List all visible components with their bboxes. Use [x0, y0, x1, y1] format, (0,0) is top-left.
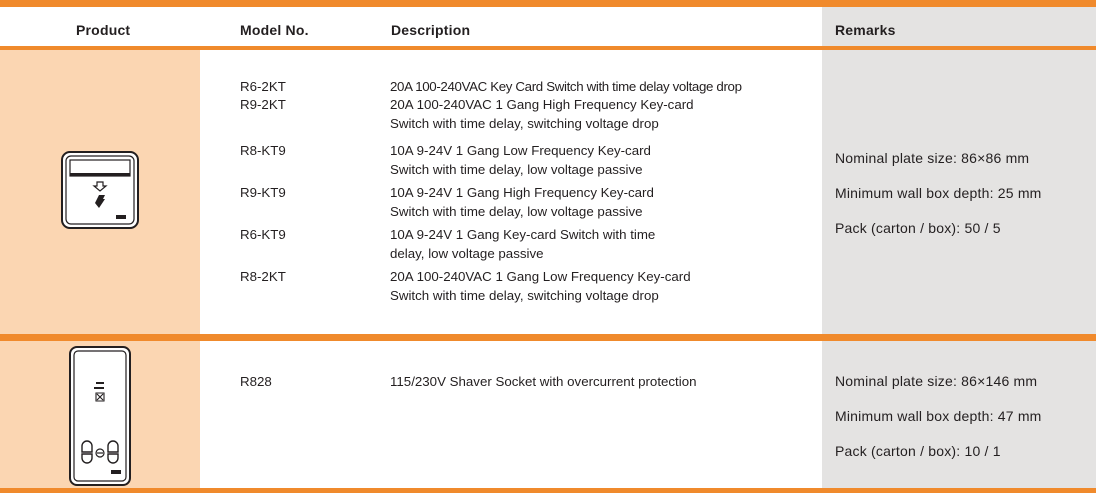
description-line: 10A 9-24V 1 Gang High Frequency Key-card — [390, 185, 654, 200]
description-line: 10A 9-24V 1 Gang Key-card Switch with ti… — [390, 227, 656, 242]
remark-plate-size: Nominal plate size: 86×86 mm — [835, 150, 1030, 166]
top-border — [0, 0, 1096, 7]
description-line: Switch with time delay, low voltage pass… — [390, 162, 643, 177]
model-number: R8-KT9 — [240, 143, 286, 158]
description-line: 20A 100-240VAC 1 Gang Low Frequency Key-… — [390, 269, 691, 284]
description-line: delay, low voltage passive — [390, 246, 544, 261]
model-number: R9-2KT — [240, 97, 286, 112]
header-model-no: Model No. — [240, 22, 309, 38]
remark-box-depth: Minimum wall box depth: 25 mm — [835, 185, 1042, 201]
remark-pack: Pack (carton / box): 50 / 5 — [835, 220, 1001, 236]
model-number: R6-KT9 — [240, 227, 286, 242]
bottom-border — [0, 488, 1096, 493]
description-line: 20A 100-240VAC 1 Gang High Frequency Key… — [390, 97, 694, 112]
description-line: Switch with time delay, switching voltag… — [390, 116, 659, 131]
remark-plate-size: Nominal plate size: 86×146 mm — [835, 373, 1038, 389]
model-number: R6-2KT — [240, 79, 286, 94]
header-product: Product — [76, 22, 131, 38]
shaver-socket-icon — [69, 346, 131, 491]
key-card-switch-icon — [61, 151, 139, 234]
header-description: Description — [391, 22, 471, 38]
description-line: 115/230V Shaver Socket with overcurrent … — [390, 374, 697, 389]
model-number: R828 — [240, 374, 272, 389]
row-divider — [0, 334, 1096, 341]
remark-box-depth: Minimum wall box depth: 47 mm — [835, 408, 1042, 424]
model-number: R9-KT9 — [240, 185, 286, 200]
header-remarks: Remarks — [835, 22, 896, 38]
description-line: Switch with time delay, switching voltag… — [390, 288, 659, 303]
remark-pack: Pack (carton / box): 10 / 1 — [835, 443, 1001, 459]
description-line: 10A 9-24V 1 Gang Low Frequency Key-card — [390, 143, 651, 158]
description-line: Switch with time delay, low voltage pass… — [390, 204, 643, 219]
model-number: R8-2KT — [240, 269, 286, 284]
description-line: 20A 100-240VAC Key Card Switch with time… — [390, 79, 742, 94]
